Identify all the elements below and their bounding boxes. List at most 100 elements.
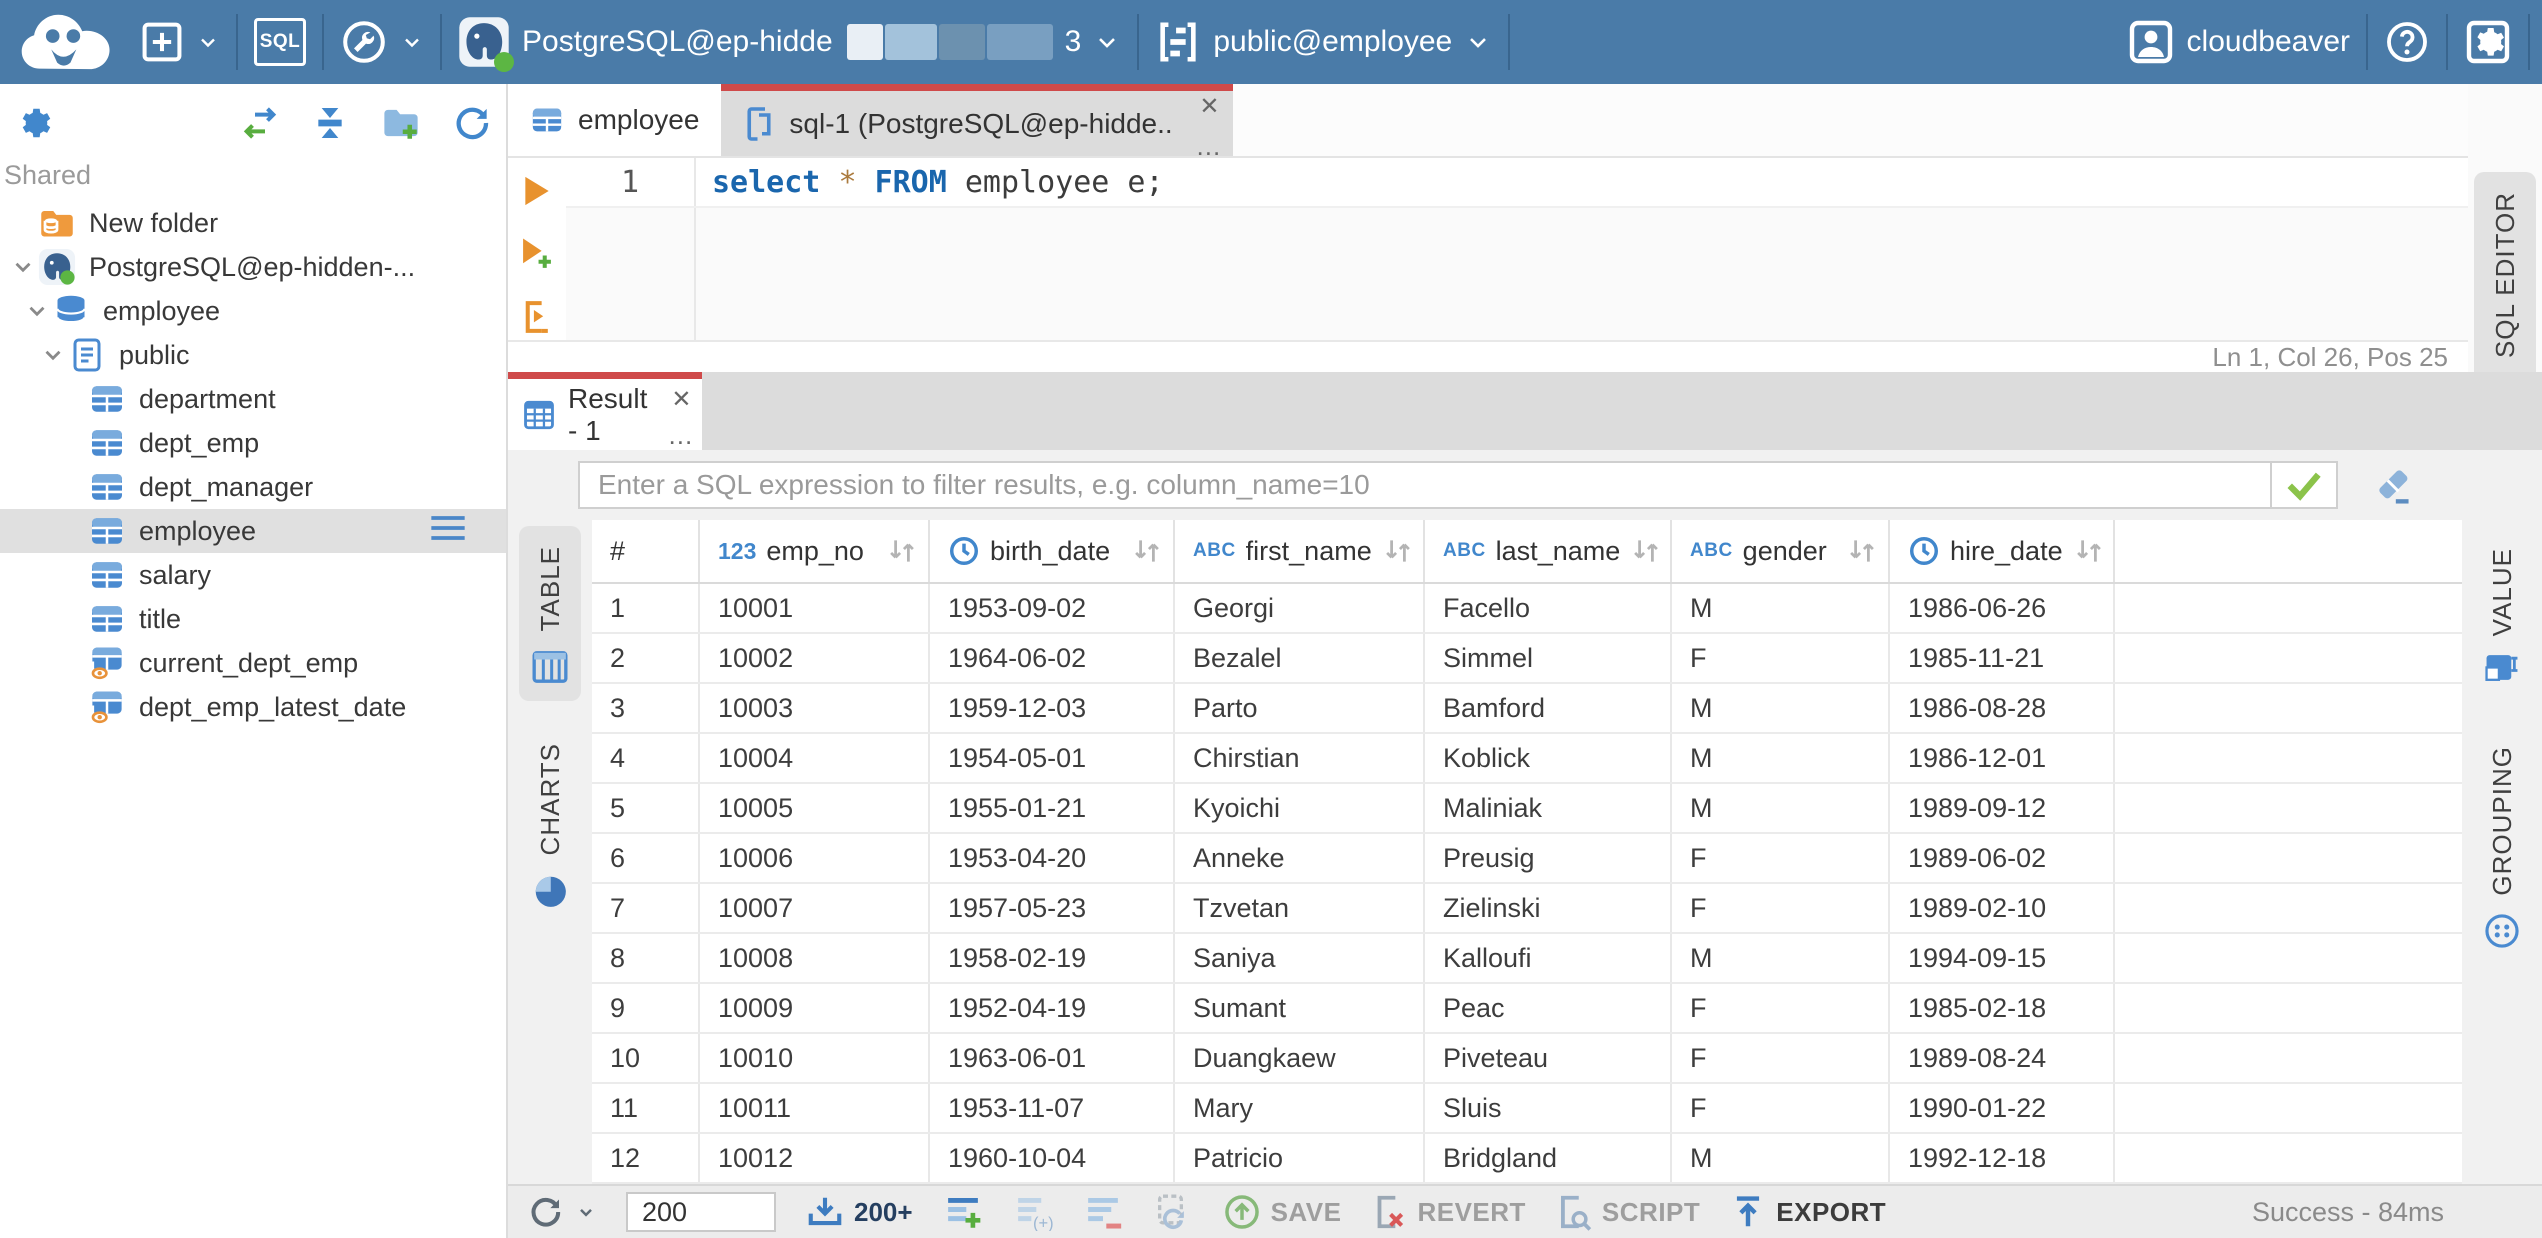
tab-employee[interactable]: employee: [508, 84, 722, 156]
new-sql-editor-button[interactable]: SQL: [238, 0, 322, 84]
table-row[interactable]: 2 10002 1964-06-02 Bezalel Simmel F 1985-11-21: [592, 634, 2462, 684]
grid-cell-hire_date[interactable]: 1992-12-18: [1890, 1134, 2115, 1182]
help-button[interactable]: [2368, 0, 2446, 84]
column-header-emp_no[interactable]: 123 emp_no: [700, 520, 930, 582]
tree-item-employee[interactable]: employee: [0, 509, 506, 553]
chevron-expanded-icon[interactable]: [38, 342, 68, 368]
grid-cell-birth_date[interactable]: 1964-06-02: [930, 634, 1175, 682]
row-menu-icon[interactable]: [428, 513, 468, 550]
grid-cell-last_name[interactable]: Piveteau: [1425, 1034, 1672, 1082]
fetch-more-button[interactable]: 200+: [806, 1194, 913, 1230]
tree-item-title[interactable]: title: [0, 597, 506, 641]
grid-cell-emp_no[interactable]: 10003: [700, 684, 930, 732]
execute-query-new-tab-icon[interactable]: [520, 236, 554, 272]
column-header-first_name[interactable]: ABC first_name: [1175, 520, 1425, 582]
execute-query-icon[interactable]: [522, 174, 552, 208]
tab-menu-icon[interactable]: …: [1195, 133, 1223, 159]
grid-cell-last_name[interactable]: Simmel: [1425, 634, 1672, 682]
grid-cell-last_name[interactable]: Kalloufi: [1425, 934, 1672, 982]
grid-cell-first_name[interactable]: Tzvetan: [1175, 884, 1425, 932]
grid-cell-first_name[interactable]: Patricio: [1175, 1134, 1425, 1182]
grid-cell-hire_date[interactable]: 1986-06-26: [1890, 584, 2115, 632]
table-row[interactable]: 4 10004 1954-05-01 Chirstian Koblick M 1986-12…: [592, 734, 2462, 784]
fetch-size-input[interactable]: [626, 1192, 776, 1232]
grid-cell-birth_date[interactable]: 1953-09-02: [930, 584, 1175, 632]
grid-cell-gender[interactable]: M: [1672, 934, 1890, 982]
sort-icon[interactable]: [886, 537, 918, 565]
sort-icon[interactable]: [1131, 537, 1163, 565]
table-row[interactable]: 3 10003 1959-12-03 Parto Bamford M 1986-08-28: [592, 684, 2462, 734]
grid-cell-gender[interactable]: F: [1672, 1084, 1890, 1132]
grid-cell-first_name[interactable]: Kyoichi: [1175, 784, 1425, 832]
grid-cell-last_name[interactable]: Peac: [1425, 984, 1672, 1032]
grid-cell-gender[interactable]: F: [1672, 1034, 1890, 1082]
column-header-gender[interactable]: ABC gender: [1672, 520, 1890, 582]
grid-cell-emp_no[interactable]: 10005: [700, 784, 930, 832]
table-row[interactable]: 12 10012 1960-10-04 Patricio Bridgland M 1992-…: [592, 1134, 2462, 1184]
clear-filter-button[interactable]: [2372, 465, 2416, 505]
grid-cell-first_name[interactable]: Duangkaew: [1175, 1034, 1425, 1082]
grid-cell-index[interactable]: 6: [592, 834, 700, 882]
result-menu-icon[interactable]: …: [667, 422, 695, 448]
connection-tools-button[interactable]: [324, 0, 440, 84]
grid-cell-gender[interactable]: F: [1672, 634, 1890, 682]
tab-value-panel[interactable]: VALUE: [2471, 528, 2533, 700]
grid-cell-gender[interactable]: M: [1672, 1134, 1890, 1182]
tree-item-salary[interactable]: salary: [0, 553, 506, 597]
grid-cell-first_name[interactable]: Mary: [1175, 1084, 1425, 1132]
export-button[interactable]: EXPORT: [1730, 1193, 1886, 1231]
grid-cell-first_name[interactable]: Anneke: [1175, 834, 1425, 882]
tree-item-dept-emp-latest-date[interactable]: dept_emp_latest_date: [0, 685, 506, 729]
grid-cell-last_name[interactable]: Zielinski: [1425, 884, 1672, 932]
grid-cell-emp_no[interactable]: 10009: [700, 984, 930, 1032]
grid-cell-hire_date[interactable]: 1986-08-28: [1890, 684, 2115, 732]
grid-cell-birth_date[interactable]: 1963-06-01: [930, 1034, 1175, 1082]
grid-cell-gender[interactable]: F: [1672, 834, 1890, 882]
collapse-all-icon[interactable]: [310, 103, 350, 143]
grid-cell-index[interactable]: 11: [592, 1084, 700, 1132]
refresh-tree-icon[interactable]: [452, 103, 492, 143]
sort-icon[interactable]: [1630, 537, 1662, 565]
grid-cell-birth_date[interactable]: 1959-12-03: [930, 684, 1175, 732]
schema-selector[interactable]: public@employee: [1139, 0, 1508, 84]
grid-cell-index[interactable]: 5: [592, 784, 700, 832]
table-row[interactable]: 9 10009 1952-04-19 Sumant Peac F 1985-02-18: [592, 984, 2462, 1034]
grid-cell-emp_no[interactable]: 10002: [700, 634, 930, 682]
connection-selector[interactable]: PostgreSQL@ep-hidde 3: [442, 0, 1137, 84]
grid-cell-index[interactable]: 2: [592, 634, 700, 682]
grid-cell-index[interactable]: 12: [592, 1134, 700, 1182]
grid-cell-gender[interactable]: M: [1672, 684, 1890, 732]
grid-cell-last_name[interactable]: Bridgland: [1425, 1134, 1672, 1182]
column-header-hire_date[interactable]: hire_date: [1890, 520, 2115, 582]
table-row[interactable]: 1 10001 1953-09-02 Georgi Facello M 1986-06-26: [592, 584, 2462, 634]
grid-cell-birth_date[interactable]: 1954-05-01: [930, 734, 1175, 782]
grid-cell-last_name[interactable]: Bamford: [1425, 684, 1672, 732]
grid-cell-birth_date[interactable]: 1960-10-04: [930, 1134, 1175, 1182]
grid-cell-emp_no[interactable]: 10006: [700, 834, 930, 882]
grid-cell-first_name[interactable]: Saniya: [1175, 934, 1425, 982]
table-row[interactable]: 5 10005 1955-01-21 Kyoichi Maliniak M 1989-09-…: [592, 784, 2462, 834]
grid-cell-emp_no[interactable]: 10008: [700, 934, 930, 982]
add-folder-icon[interactable]: [380, 102, 422, 144]
grid-cell-first_name[interactable]: Chirstian: [1175, 734, 1425, 782]
grid-cell-index[interactable]: 4: [592, 734, 700, 782]
tree-item-new-folder[interactable]: New folder: [0, 201, 506, 245]
new-connection-button[interactable]: [124, 0, 236, 84]
grid-cell-hire_date[interactable]: 1994-09-15: [1890, 934, 2115, 982]
execute-script-icon[interactable]: [521, 300, 553, 334]
grid-cell-emp_no[interactable]: 10007: [700, 884, 930, 932]
tab-grouping-panel[interactable]: GROUPING: [2471, 726, 2533, 964]
add-row-button[interactable]: [943, 1193, 983, 1231]
cloudbeaver-logo[interactable]: [8, 0, 124, 84]
chevron-expanded-icon[interactable]: [8, 254, 38, 280]
sync-connection-icon[interactable]: [240, 103, 280, 143]
user-menu-button[interactable]: cloudbeaver: [2111, 0, 2366, 84]
grid-cell-index[interactable]: 1: [592, 584, 700, 632]
grid-cell-index[interactable]: 3: [592, 684, 700, 732]
table-row[interactable]: 7 10007 1957-05-23 Tzvetan Zielinski F 1989-02…: [592, 884, 2462, 934]
duplicate-row-button[interactable]: (+): [1013, 1193, 1053, 1231]
table-row[interactable]: 8 10008 1958-02-19 Saniya Kalloufi M 1994-09-1…: [592, 934, 2462, 984]
apply-filter-button[interactable]: [2270, 463, 2336, 507]
sort-icon[interactable]: [1382, 537, 1414, 565]
column-header-index[interactable]: #: [592, 520, 700, 582]
